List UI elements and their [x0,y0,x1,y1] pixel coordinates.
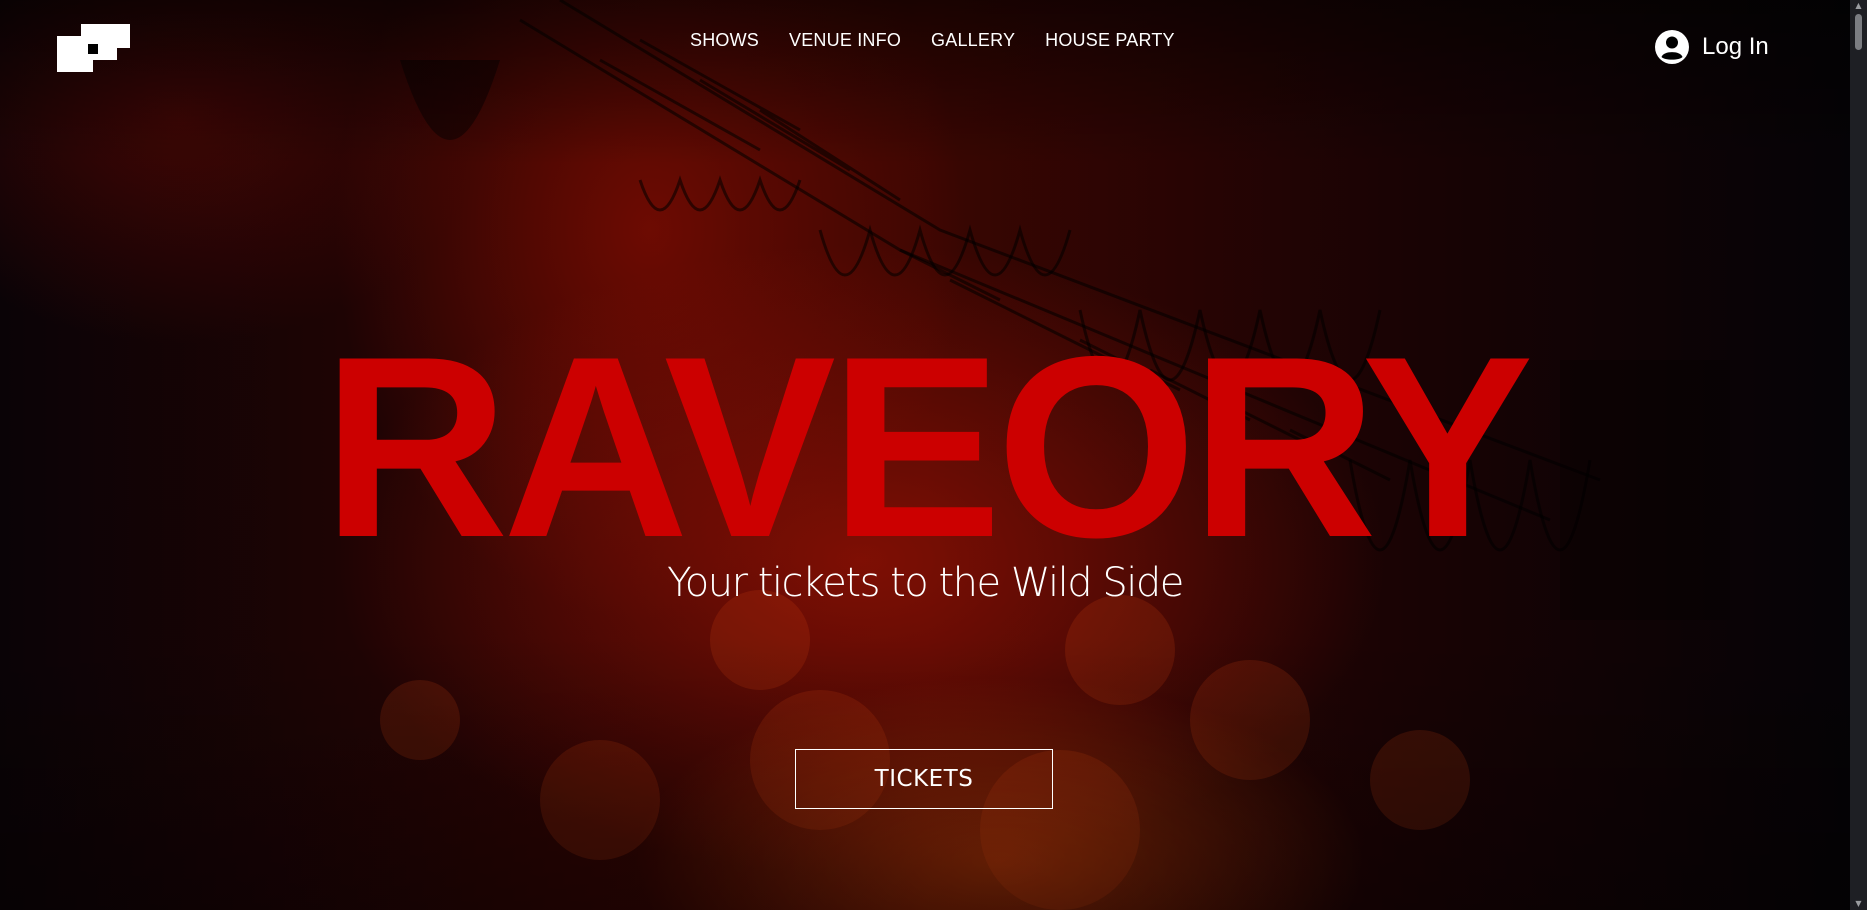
main-nav: SHOWS VENUE INFO GALLERY HOUSE PARTY [690,30,1175,51]
user-circle-icon [1654,29,1690,65]
raveory-pixel-logo-icon[interactable] [57,24,130,72]
page-scrollbar[interactable]: ▲ ▼ [1850,0,1867,910]
page: SHOWS VENUE INFO GALLERY HOUSE PARTY Log… [0,0,1867,910]
scroll-down-arrow-icon[interactable]: ▼ [1850,898,1867,910]
login-button[interactable]: Log In [1654,29,1769,65]
hero-brand-title: RAVEORY [322,302,1533,591]
nav-item-gallery[interactable]: GALLERY [931,30,1015,51]
hero-tagline: Your tickets to the Wild Side [667,560,1184,606]
tickets-button[interactable]: TICKETS [795,749,1053,809]
nav-item-shows[interactable]: SHOWS [690,30,759,51]
scroll-up-arrow-icon[interactable]: ▲ [1850,0,1867,12]
login-label: Log In [1702,33,1769,60]
nav-item-house-party[interactable]: HOUSE PARTY [1045,30,1175,51]
scroll-thumb[interactable] [1855,14,1862,50]
nav-item-venue-info[interactable]: VENUE INFO [789,30,901,51]
